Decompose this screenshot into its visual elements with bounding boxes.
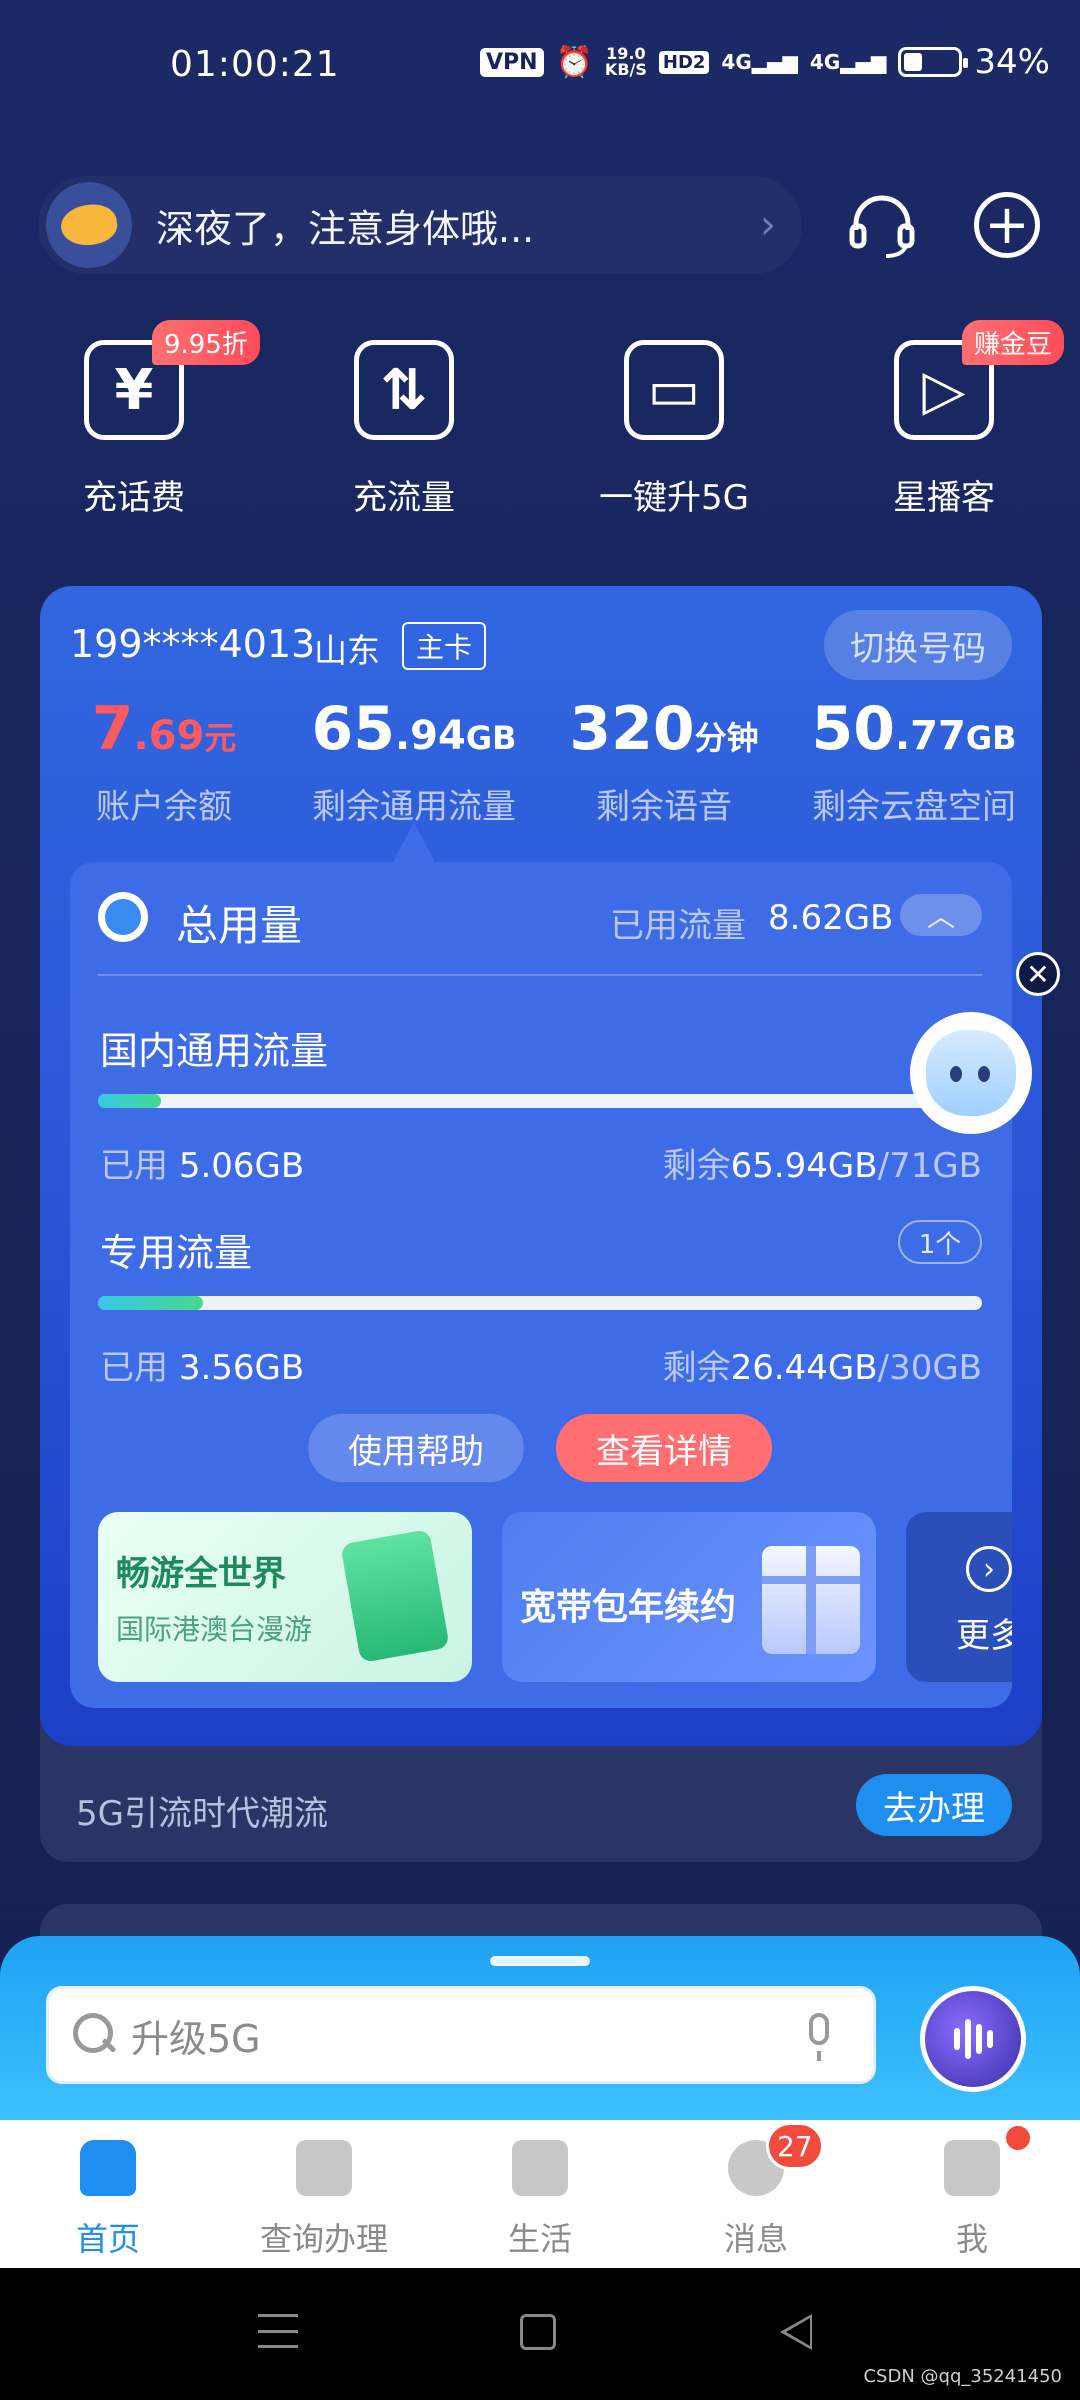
discount-badge: 9.95折	[152, 320, 260, 365]
quick-action-label: 一键升5G	[599, 478, 749, 518]
switch-number-button[interactable]: 切换号码	[824, 610, 1012, 680]
usage-title: 总用量	[176, 901, 303, 950]
usage-icon	[98, 892, 148, 942]
microphone-icon[interactable]	[805, 2013, 833, 2061]
stat-voice-remaining[interactable]: 320分钟 剩余语音	[544, 694, 784, 828]
moon-icon	[46, 182, 132, 268]
region: 山东	[314, 631, 380, 670]
quick-action-label: 充流量	[353, 478, 455, 518]
stat-cloud-remaining[interactable]: 50.77GB 剩余云盘空间	[794, 694, 1034, 828]
stat-balance[interactable]: 7.69元 账户余额	[44, 694, 284, 828]
greeting-bar[interactable]: 深夜了，注意身体哦... ›	[38, 176, 802, 274]
panel-pointer	[392, 822, 436, 864]
phone-number: 199****4013	[70, 622, 316, 666]
quick-action-podcast[interactable]: ▷ 赚金豆 星播客	[844, 320, 1065, 519]
banner-text: 5G引流时代潮流	[76, 1794, 328, 1834]
nav-life[interactable]: 生活	[432, 2120, 648, 2268]
greeting-text: 深夜了，注意身体哦...	[156, 206, 535, 251]
back-icon[interactable]	[780, 2314, 812, 2350]
chevron-right-icon: ›	[966, 1546, 1012, 1592]
quick-action-recharge[interactable]: ¥ 9.95折 充话费	[34, 320, 260, 519]
vpn-icon: VPN	[480, 47, 544, 77]
quick-action-label: 星播客	[893, 478, 995, 518]
used-data-value: 8.62GB	[768, 898, 894, 938]
mascot-assistant[interactable]	[910, 1012, 1032, 1134]
view-details-button[interactable]: 查看详情	[556, 1414, 772, 1482]
nav-messages[interactable]: 27 消息	[648, 2120, 864, 2268]
domestic-used: 已用 5.06GB	[100, 1146, 305, 1186]
signal-icon-2: 4G▂▄▆	[809, 50, 887, 74]
router-icon: ▭	[624, 340, 724, 440]
quick-action-upgrade-5g[interactable]: ▭ 一键升5G	[574, 340, 774, 519]
quick-action-label: 充话费	[83, 478, 185, 518]
watermark: CSDN @qq_35241450	[863, 2366, 1062, 2387]
voice-assistant-button[interactable]	[920, 1986, 1026, 2092]
usage-help-button[interactable]: 使用帮助	[308, 1414, 524, 1482]
signal-icon-1: 4G▂▄▆	[721, 50, 798, 74]
grid-icon	[296, 2140, 352, 2196]
domestic-remaining: 剩余65.94GB/71GB	[662, 1146, 982, 1186]
cup-icon	[512, 2140, 568, 2196]
special-data-title: 专用流量	[100, 1231, 253, 1275]
special-data-count[interactable]: 1个	[898, 1220, 982, 1264]
coins-badge: 赚金豆	[962, 320, 1065, 365]
nav-query[interactable]: 查询办理	[216, 2120, 432, 2268]
home-square-icon[interactable]	[520, 2314, 556, 2350]
domestic-data-progress	[98, 1094, 982, 1108]
chevron-up-icon[interactable]: ︿	[900, 894, 982, 936]
special-used: 已用 3.56GB	[100, 1348, 305, 1388]
home-icon	[80, 2140, 136, 2196]
network-speed: 19.0 KB/S	[604, 44, 647, 79]
stat-data-remaining[interactable]: 65.94GB 剩余通用流量	[294, 694, 534, 828]
status-icons: VPN ⏰ 19.0 KB/S HD2 4G▂▄▆ 4G▂▄▆ 34%	[480, 42, 1050, 82]
promo-roaming-title: 畅游全世界	[116, 1554, 286, 1594]
hd-icon: HD2	[658, 50, 710, 74]
battery-icon	[898, 47, 969, 77]
domestic-data-title: 国内通用流量	[100, 1029, 329, 1073]
bottom-nav: 首页 查询办理 生活 27 消息 我	[0, 2120, 1080, 2268]
close-icon[interactable]: ✕	[1016, 952, 1060, 996]
search-icon	[73, 2013, 117, 2057]
special-remaining: 剩余26.44GB/30GB	[662, 1348, 982, 1388]
promo-roaming-subtitle: 国际港澳台漫游	[116, 1613, 313, 1646]
gift-icon	[762, 1546, 860, 1654]
promo-more-label: 更多	[956, 1616, 1012, 1656]
message-count-badge: 27	[766, 2122, 824, 2170]
menu-icon[interactable]	[258, 2314, 298, 2348]
nav-me[interactable]: 我	[864, 2120, 1080, 2268]
search-input[interactable]: 升级5G	[46, 1986, 876, 2084]
calendar-icon	[944, 2140, 1000, 2196]
divider	[98, 974, 982, 976]
battery-percent: 34%	[974, 42, 1050, 82]
transfer-icon: ⇅	[354, 340, 454, 440]
add-icon[interactable]: +	[974, 192, 1040, 258]
search-placeholder: 升级5G	[131, 2016, 261, 2061]
quick-action-data[interactable]: ⇅ 充流量	[304, 340, 504, 519]
special-data-progress	[98, 1296, 982, 1310]
promo-broadband-title: 宽带包年续约	[520, 1587, 737, 1628]
alarm-icon: ⏰	[555, 44, 593, 80]
nav-home[interactable]: 首页	[0, 2120, 216, 2268]
used-data-label: 已用流量	[610, 906, 746, 946]
notification-dot	[1006, 2126, 1030, 2150]
status-time: 01:00:21	[170, 44, 340, 85]
headset-icon[interactable]	[846, 190, 918, 262]
card-type-tag: 主卡	[402, 622, 487, 670]
go-handle-button[interactable]: 去办理	[856, 1774, 1012, 1836]
sheet-handle[interactable]	[490, 1956, 590, 1966]
chevron-right-icon: ›	[760, 202, 776, 248]
